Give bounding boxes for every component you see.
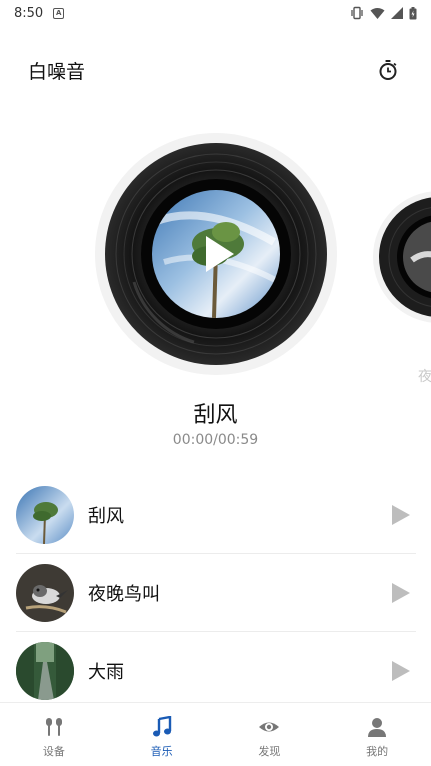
bird-thumbnail: [16, 563, 74, 622]
sound-name: 大雨: [88, 662, 124, 683]
play-icon: [392, 582, 410, 603]
play-button[interactable]: [386, 656, 416, 686]
vinyl-record[interactable]: [94, 132, 338, 376]
timer-button[interactable]: [373, 55, 403, 85]
wind-thumbnail: [16, 485, 74, 544]
battery-icon: [409, 6, 417, 19]
sound-list: 刮风 夜晚鸟叫 大雨: [16, 476, 416, 710]
list-item[interactable]: 刮风: [16, 476, 416, 554]
record-carousel[interactable]: 夜: [0, 120, 431, 390]
status-time: 8:50: [14, 5, 44, 21]
now-playing-time: 00:00/00:59: [172, 432, 259, 448]
app-notification-icon: A: [53, 7, 65, 19]
rain-thumbnail: [16, 642, 74, 700]
list-item[interactable]: 夜晚鸟叫: [16, 554, 416, 632]
now-playing-title: 刮风: [193, 403, 238, 428]
eye-icon: [257, 715, 281, 739]
earbuds-icon: [42, 715, 66, 739]
person-icon: [365, 715, 389, 739]
vinyl-disc-art: [95, 133, 337, 375]
next-record-label: 夜: [418, 369, 431, 385]
wifi-icon: [370, 7, 385, 19]
bottom-tab-bar: 设备 音乐 发现 我的: [0, 702, 431, 766]
stopwatch-icon: [379, 60, 397, 80]
tab-label: 我的: [366, 745, 389, 758]
sound-name: 刮风: [88, 505, 124, 527]
play-icon: [392, 504, 410, 525]
play-icon: [392, 661, 410, 681]
tab-label: 发现: [258, 745, 281, 758]
list-item[interactable]: 大雨: [16, 632, 416, 710]
play-button[interactable]: [386, 500, 416, 530]
signal-icon: [391, 7, 403, 19]
vibrate-icon: [351, 6, 363, 20]
header: 白噪音: [0, 50, 431, 90]
tab-discover[interactable]: 发现: [216, 703, 324, 766]
tab-music[interactable]: 音乐: [108, 703, 216, 766]
next-vinyl-record[interactable]: [372, 190, 431, 324]
status-bar: 8:50 A: [0, 0, 431, 26]
status-icons: [350, 6, 417, 20]
tab-device[interactable]: 设备: [0, 703, 108, 766]
page-title: 白噪音: [28, 60, 86, 83]
music-note-icon: [150, 715, 174, 739]
sound-name: 夜晚鸟叫: [88, 583, 160, 605]
tab-profile[interactable]: 我的: [323, 703, 431, 766]
tab-label: 音乐: [150, 745, 173, 758]
tab-label: 设备: [42, 745, 65, 758]
play-button[interactable]: [386, 578, 416, 608]
